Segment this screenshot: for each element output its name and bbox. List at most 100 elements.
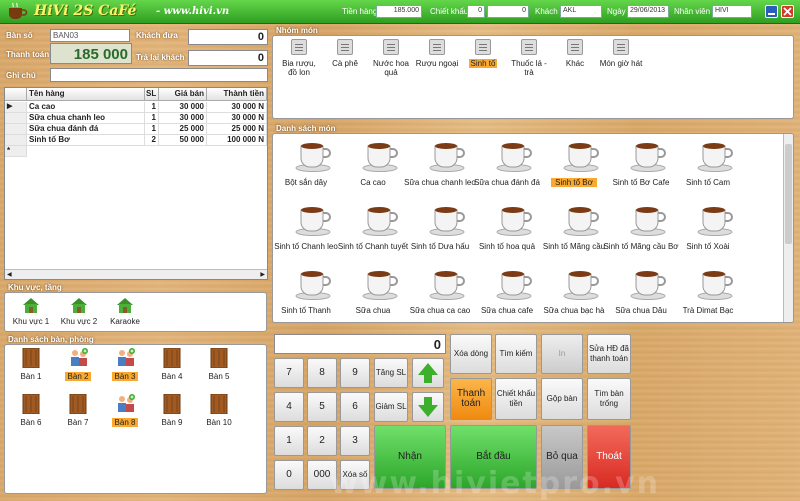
key-0[interactable]: 0: [274, 460, 304, 490]
tim-kiem-button[interactable]: Tìm kiếm: [495, 334, 537, 374]
nhan-vien-label: Nhân viên: [674, 7, 711, 16]
key-6[interactable]: 6: [340, 392, 370, 422]
new-row-star-icon: *: [5, 146, 27, 157]
col-header-qty[interactable]: SL: [145, 88, 159, 101]
menu-category-icon: [429, 39, 445, 55]
coffee-cup-icon: [294, 266, 332, 300]
grid-horizontal-scrollbar[interactable]: ◀ ▶: [5, 269, 267, 279]
table-row[interactable]: Sinh tố Bơ 2 50 000 100 000 N: [5, 135, 267, 146]
chiet-khau-percent-field[interactable]: 0: [467, 5, 485, 18]
close-icon: [783, 7, 792, 16]
scroll-right-icon[interactable]: ▶: [260, 271, 265, 278]
xoa-dong-button[interactable]: Xóa dòng: [450, 334, 492, 374]
table-ban-7[interactable]: Bàn 7: [58, 393, 98, 436]
menu-item-sinh-to-xoai[interactable]: Sinh tố Xoài: [675, 202, 755, 262]
tien-hang-field[interactable]: 185.000: [376, 5, 422, 18]
new-row[interactable]: *: [5, 146, 267, 157]
area-karaoke[interactable]: Karaoke: [105, 295, 145, 326]
coffee-cup-icon: [629, 138, 667, 172]
col-header-price[interactable]: Giá bán: [159, 88, 207, 101]
ghi-chu-field[interactable]: [50, 68, 268, 82]
key-9[interactable]: 9: [340, 358, 370, 388]
cell-price: 30 000: [159, 113, 207, 124]
menu-panel: Bột sắn dây Ca cao Sữa chua chanh leo Sữa c…: [272, 133, 794, 323]
table-ban-1[interactable]: Bàn 1: [11, 347, 51, 390]
table-label: Bàn 2: [65, 372, 91, 381]
cell-total: 25 000 N: [207, 124, 267, 135]
table-ban-4[interactable]: Bàn 4: [152, 347, 192, 390]
table-ban-9[interactable]: Bàn 9: [152, 393, 192, 436]
giam-sl-button[interactable]: Giảm SL: [374, 392, 408, 422]
table-row[interactable]: Sữa chua đánh đá 1 25 000 25 000 N: [5, 124, 267, 135]
menu-item-sinh-to-cam[interactable]: Sinh tố Cam: [675, 138, 755, 198]
cell-total: 30 000 N: [207, 113, 267, 124]
coffee-cup-icon: [562, 266, 600, 300]
occupied-table-icon: [69, 348, 88, 368]
coffee-cup-icon: [428, 138, 466, 172]
cell-qty: 1: [145, 102, 159, 113]
table-ban-2[interactable]: Bàn 2: [58, 348, 98, 390]
ngay-field[interactable]: 29/06/2013: [627, 5, 669, 18]
tim-ban-trong-button[interactable]: Tìm bàn trống: [587, 378, 631, 420]
in-button[interactable]: In: [541, 334, 583, 374]
door-icon: [163, 347, 181, 369]
increase-button[interactable]: [412, 358, 444, 388]
key-2[interactable]: 2: [307, 426, 337, 456]
gop-ban-button[interactable]: Gộp bàn: [541, 378, 583, 420]
door-icon: [69, 393, 87, 415]
order-grid[interactable]: Tên hàng SL Giá bán Thành tiền ▶ Ca cao …: [4, 87, 268, 280]
area-khu-vuc-1[interactable]: Khu vực 1: [10, 295, 52, 326]
decrease-button[interactable]: [412, 392, 444, 422]
menu-category-icon: [475, 39, 491, 55]
menu-item-tra-dimat-bac[interactable]: Trà Dimat Bạc: [675, 266, 755, 322]
chiet-khau-value-field[interactable]: 0: [487, 5, 529, 18]
nhan-vien-field[interactable]: HIVI: [712, 5, 752, 18]
table-ban-6[interactable]: Bàn 6: [11, 393, 51, 436]
door-icon: [210, 347, 228, 369]
coffee-cup-icon: [428, 202, 466, 236]
arrow-down-icon: [418, 397, 438, 417]
key-7[interactable]: 7: [274, 358, 304, 388]
cell-qty: 2: [145, 135, 159, 146]
key-8[interactable]: 8: [307, 358, 337, 388]
coffee-cup-icon: [696, 138, 734, 172]
menu-category-icon: [567, 39, 583, 55]
col-header-total[interactable]: Thành tiền: [207, 88, 267, 101]
thanh-toan-button[interactable]: Thanh toán: [450, 378, 492, 420]
cell-price: 30 000: [159, 102, 207, 113]
area-khu-vuc-2[interactable]: Khu vực 2: [57, 295, 101, 326]
minimize-button[interactable]: [765, 5, 778, 18]
menu-scrollbar[interactable]: [783, 134, 793, 322]
col-header-name[interactable]: Tên hàng: [27, 88, 145, 101]
menu-scroll-thumb[interactable]: [785, 144, 792, 244]
table-row[interactable]: Sữa chua chanh leo 1 30 000 30 000 N: [5, 113, 267, 124]
groups-panel: Bia rượu, đồ lon Cà phê Nước hoa quả Rượu n…: [272, 35, 794, 119]
key-3[interactable]: 3: [340, 426, 370, 456]
key-1[interactable]: 1: [274, 426, 304, 456]
scroll-left-icon[interactable]: ◀: [7, 271, 12, 278]
table-label: Bàn 7: [67, 418, 89, 427]
house-icon: [23, 298, 39, 313]
tra-lai-field[interactable]: 0: [188, 50, 268, 66]
key-5[interactable]: 5: [307, 392, 337, 422]
table-ban-3[interactable]: Bàn 3: [105, 348, 145, 390]
chiet-khau-tien-button[interactable]: Chiết khấu tiền: [495, 378, 537, 420]
key-4[interactable]: 4: [274, 392, 304, 422]
ban-so-field[interactable]: BAN03: [50, 29, 130, 42]
chiet-khau-label: Chiết khấu: [430, 7, 469, 16]
menu-category-icon: [337, 39, 353, 55]
khach-field[interactable]: AKL: [560, 5, 602, 18]
table-row[interactable]: ▶ Ca cao 1 30 000 30 000 N: [5, 102, 267, 113]
table-ban-10[interactable]: Bàn 10: [199, 393, 239, 436]
sua-hd-button[interactable]: Sửa HĐ đã thanh toán: [587, 334, 631, 374]
keypad-display[interactable]: 0: [274, 334, 446, 354]
menu-item-label: Sinh tố Cam: [685, 178, 731, 187]
close-button[interactable]: [781, 5, 794, 18]
coffee-cup-icon: [495, 138, 533, 172]
table-ban-5[interactable]: Bàn 5: [199, 347, 239, 390]
table-label: Bàn 10: [206, 418, 232, 427]
tang-sl-button[interactable]: Tăng SL: [374, 358, 408, 388]
coffee-cup-icon: [495, 266, 533, 300]
table-ban-8[interactable]: Bàn 8: [105, 394, 145, 436]
khach-dua-field[interactable]: 0: [188, 29, 268, 45]
